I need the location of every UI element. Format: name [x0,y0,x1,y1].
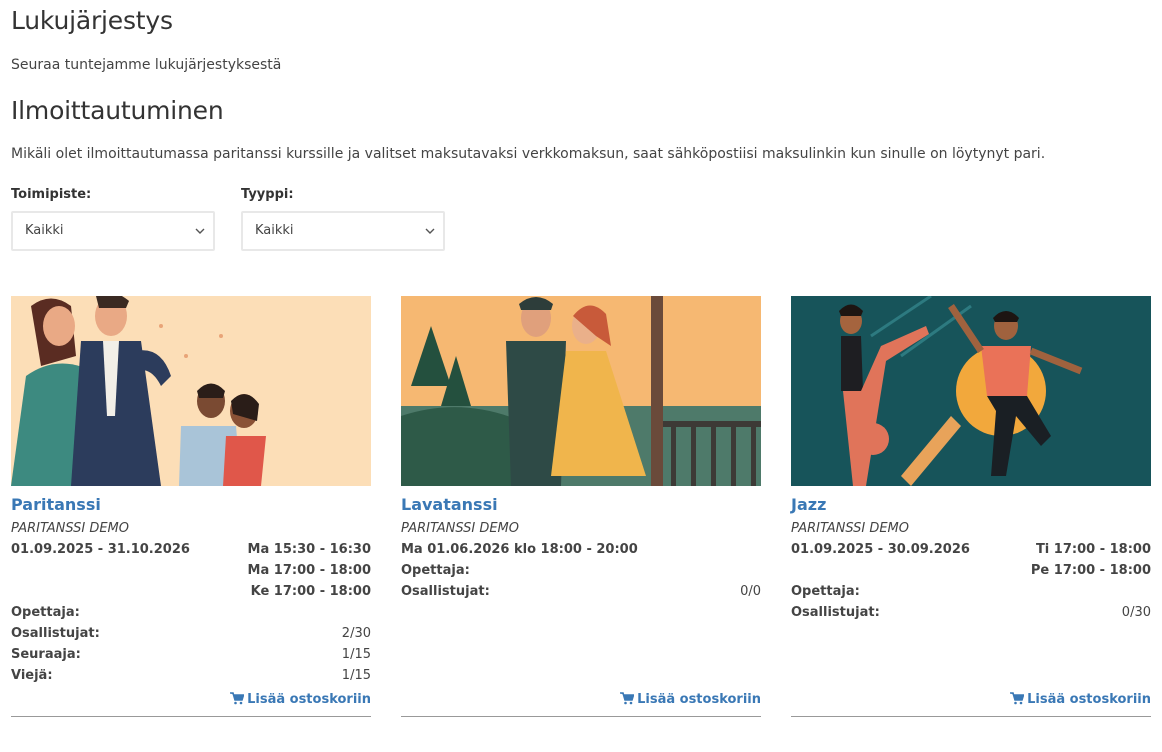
registration-notice: Mikäli olet ilmoittautumassa paritanssi … [11,146,1046,162]
type-filter-value: Kaikki [255,223,294,238]
course-card-lavatanssi: Lavatanssi PARITANSSI DEMO Ma 01.06.2026… [401,296,761,718]
participants-label: Osallistujat: [11,626,100,641]
participants-row: Osallistujat: 0/30 [791,605,1151,625]
schedule-row: Ma 17:00 - 18:00 [11,563,371,583]
course-time: Pe 17:00 - 18:00 [1030,563,1151,578]
teacher-row: Opettaja: [791,584,1151,604]
page-title: Lukujärjestys [11,6,173,35]
teacher-label: Opettaja: [791,584,860,599]
course-time: Ke 17:00 - 18:00 [250,584,371,599]
course-dates: Ma 01.06.2026 klo 18:00 - 20:00 [401,542,638,557]
card-divider [401,716,761,717]
schedule-row: 01.09.2025 - 30.09.2026 Ti 17:00 - 18:00 [791,542,1151,562]
chevron-down-icon [195,213,205,249]
course-card-jazz: Jazz PARITANSSI DEMO 01.09.2025 - 30.09.… [791,296,1151,718]
add-to-cart-label: Lisää ostoskoriin [247,692,371,707]
course-time: Ma 17:00 - 18:00 [247,563,371,578]
chevron-down-icon [425,213,435,249]
office-filter-value: Kaikki [25,223,64,238]
follower-label: Seuraaja: [11,647,81,662]
add-to-cart-label: Lisää ostoskoriin [637,692,761,707]
course-time: Ma 15:30 - 16:30 [247,542,371,557]
participants-row: Osallistujat: 2/30 [11,626,371,646]
follower-count: 1/15 [341,647,371,662]
add-to-cart-button[interactable]: Lisää ostoskoriin [1010,692,1151,707]
type-filter-label: Tyyppi: [241,187,294,202]
participants-label: Osallistujat: [791,605,880,620]
course-subtitle: PARITANSSI DEMO [791,521,909,536]
course-card-paritanssi: Paritanssi PARITANSSI DEMO 01.09.2025 - … [11,296,371,718]
shopping-cart-icon [230,692,245,705]
teacher-label: Opettaja: [11,605,80,620]
type-filter-select[interactable]: Kaikki [241,211,445,251]
course-time: Ti 17:00 - 18:00 [1035,542,1151,557]
card-divider [11,716,371,717]
office-filter-select[interactable]: Kaikki [11,211,215,251]
add-to-cart-button[interactable]: Lisää ostoskoriin [620,692,761,707]
schedule-row: Ma 01.06.2026 klo 18:00 - 20:00 [401,542,761,562]
section-title: Ilmoittautuminen [11,96,224,125]
schedule-row: Pe 17:00 - 18:00 [791,563,1151,583]
course-subtitle: PARITANSSI DEMO [11,521,129,536]
participants-label: Osallistujat: [401,584,490,599]
office-filter-label: Toimipiste: [11,187,92,202]
course-title[interactable]: Lavatanssi [401,495,498,514]
course-title[interactable]: Jazz [791,495,826,514]
leader-label: Viejä: [11,668,53,683]
leader-count: 1/15 [341,668,371,683]
teacher-row: Opettaja: [401,563,761,583]
course-dates: 01.09.2025 - 30.09.2026 [791,542,970,557]
course-image-lavatanssi[interactable] [401,296,761,486]
participants-row: Osallistujat: 0/0 [401,584,761,604]
schedule-row: 01.09.2025 - 31.10.2026 Ma 15:30 - 16:30 [11,542,371,562]
course-title[interactable]: Paritanssi [11,495,101,514]
course-image-jazz[interactable] [791,296,1151,486]
schedule-row: Ke 17:00 - 18:00 [11,584,371,604]
course-image-paritanssi[interactable] [11,296,371,486]
shopping-cart-icon [1010,692,1025,705]
follower-row: Seuraaja: 1/15 [11,647,371,667]
participants-count: 0/0 [740,584,761,599]
add-to-cart-button[interactable]: Lisää ostoskoriin [230,692,371,707]
course-subtitle: PARITANSSI DEMO [401,521,519,536]
add-to-cart-label: Lisää ostoskoriin [1027,692,1151,707]
leader-row: Viejä: 1/15 [11,668,371,688]
teacher-label: Opettaja: [401,563,470,578]
course-dates: 01.09.2025 - 31.10.2026 [11,542,190,557]
participants-count: 0/30 [1121,605,1151,620]
page-subtitle: Seuraa tuntejamme lukujärjestyksestä [11,57,282,73]
card-divider [791,716,1151,717]
shopping-cart-icon [620,692,635,705]
teacher-row: Opettaja: [11,605,371,625]
participants-count: 2/30 [341,626,371,641]
